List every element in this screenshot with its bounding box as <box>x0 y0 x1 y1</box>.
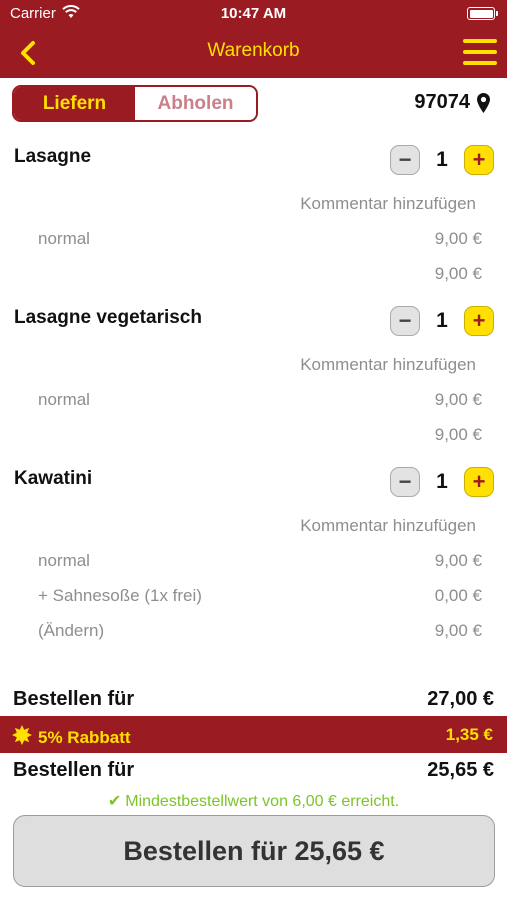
quantity-stepper: − 1 + <box>390 306 494 336</box>
discount-value: 1,35 € <box>445 725 493 744</box>
subtotal-value: 27,00 € <box>427 688 494 710</box>
change-link[interactable]: (Ändern) <box>38 621 104 641</box>
decrease-quantity-button[interactable]: − <box>390 467 420 497</box>
min-order-text: Mindestbestellwert von 6,00 € erreicht. <box>125 793 400 810</box>
extra-price: 0,00 € <box>434 586 482 605</box>
page-title: Warenkorb <box>207 40 300 61</box>
variant-label: normal <box>38 229 90 248</box>
variant-price: 9,00 € <box>434 551 482 570</box>
quantity-value: 1 <box>436 309 448 332</box>
tab-pickup[interactable]: Abholen <box>135 87 256 120</box>
increase-quantity-button[interactable]: + <box>464 467 494 497</box>
quantity-stepper: − 1 + <box>390 145 494 175</box>
location-pin-icon <box>476 92 491 114</box>
add-comment-link[interactable]: Kommentar hinzufügen <box>300 355 476 375</box>
add-comment-link[interactable]: Kommentar hinzufügen <box>300 516 476 536</box>
status-bar: Carrier 10:47 AM <box>0 0 507 28</box>
cart-item-name: Lasagne <box>14 146 92 167</box>
item-total: 9,00 € <box>434 264 482 283</box>
min-order-note: ✔ Mindestbestellwert von 6,00 € erreicht. <box>0 791 507 811</box>
discount-bar: 5% Rabbatt 1,35 € <box>0 716 507 753</box>
checkmark-icon: ✔ <box>107 793 122 810</box>
cart-item-name: Kawatini <box>14 468 93 489</box>
total-value: 25,65 € <box>427 759 494 781</box>
cart-item-name: Lasagne vegetarisch <box>14 307 202 328</box>
variant-price: 9,00 € <box>434 229 482 248</box>
decrease-quantity-button[interactable]: − <box>390 306 420 336</box>
hamburger-menu-icon[interactable] <box>463 39 497 65</box>
discount-label: 5% Rabbatt <box>38 727 131 747</box>
tab-deliver[interactable]: Liefern <box>14 87 135 120</box>
quantity-value: 1 <box>436 470 448 493</box>
delivery-mode-toggle: Liefern Abholen <box>12 85 258 122</box>
item-total: 9,00 € <box>434 621 482 640</box>
clock: 10:47 AM <box>220 5 287 22</box>
variant-label: normal <box>38 390 90 409</box>
place-order-button[interactable]: Bestellen für 25,65 € <box>13 815 495 887</box>
variant-label: normal <box>38 551 90 570</box>
extra-label: + Sahnesoße (1x frei) <box>38 586 202 605</box>
subtotal-label: Bestellen für <box>13 688 135 710</box>
postal-code: 97074 <box>414 91 470 113</box>
nav-bar: Warenkorb <box>0 28 507 78</box>
battery-icon <box>467 7 498 20</box>
add-comment-link[interactable]: Kommentar hinzufügen <box>300 194 476 214</box>
discount-badge-icon <box>12 725 32 750</box>
increase-quantity-button[interactable]: + <box>464 145 494 175</box>
quantity-stepper: − 1 + <box>390 467 494 497</box>
quantity-value: 1 <box>436 148 448 171</box>
item-total: 9,00 € <box>434 425 482 444</box>
increase-quantity-button[interactable]: + <box>464 306 494 336</box>
decrease-quantity-button[interactable]: − <box>390 145 420 175</box>
variant-price: 9,00 € <box>434 390 482 409</box>
total-label: Bestellen für <box>13 759 135 781</box>
postal-code-selector[interactable]: 97074 <box>414 91 491 114</box>
